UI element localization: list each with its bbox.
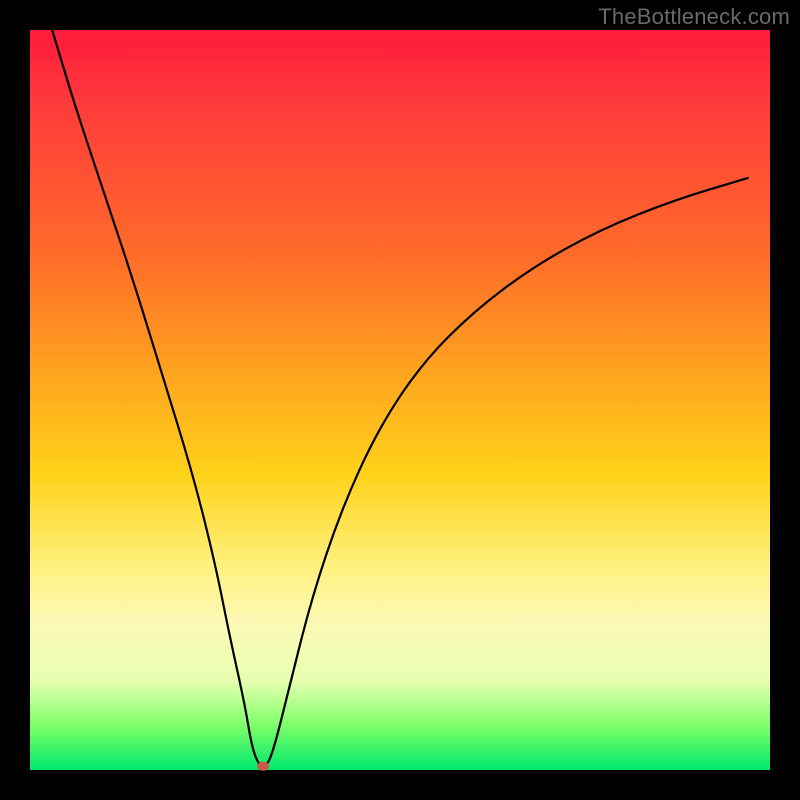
- bottleneck-curve: [52, 30, 748, 766]
- curve-svg: [30, 30, 770, 770]
- plot-area: [30, 30, 770, 770]
- chart-frame: TheBottleneck.com: [0, 0, 800, 800]
- watermark-text: TheBottleneck.com: [598, 4, 790, 30]
- minimum-marker: [257, 762, 269, 771]
